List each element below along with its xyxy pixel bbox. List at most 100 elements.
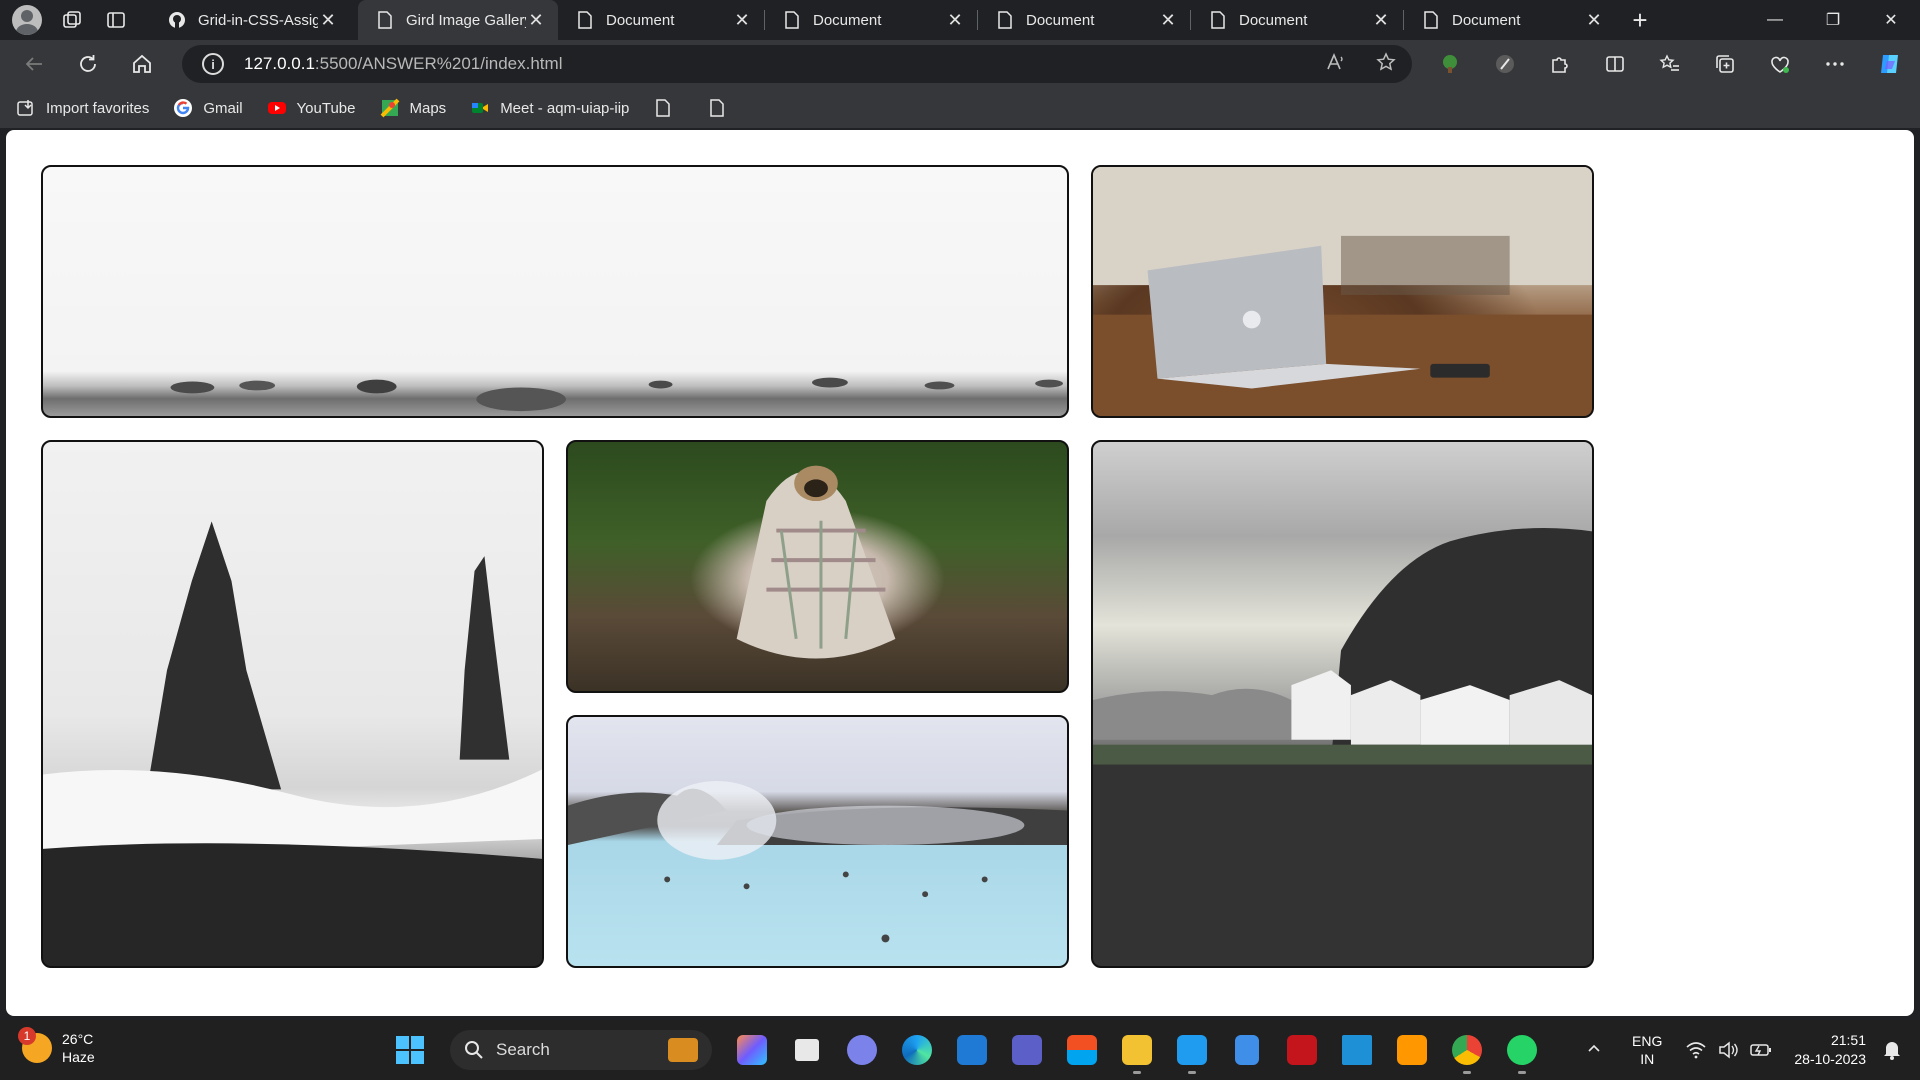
language-indicator[interactable]: ENG IN bbox=[1632, 1032, 1662, 1068]
file-explorer-app[interactable] bbox=[1109, 1024, 1164, 1076]
battery-icon bbox=[1750, 1044, 1772, 1056]
teams-app[interactable] bbox=[999, 1024, 1054, 1076]
weather-widget[interactable]: 1 26°C Haze bbox=[18, 1027, 95, 1066]
notepad-icon bbox=[1234, 1035, 1259, 1065]
extensions-puzzle-icon[interactable] bbox=[1532, 40, 1587, 88]
favorite-star-icon[interactable] bbox=[1376, 51, 1396, 77]
task-view-icon bbox=[794, 1039, 819, 1061]
read-aloud-icon[interactable] bbox=[1326, 52, 1346, 77]
more-options-icon[interactable] bbox=[1807, 40, 1862, 88]
favorite-import[interactable]: Import favorites bbox=[16, 98, 149, 118]
taskbar-search[interactable]: Search bbox=[450, 1030, 712, 1070]
mail-icon bbox=[956, 1035, 987, 1065]
tab-gird-image-gallery[interactable]: Gird Image Gallery ✕ bbox=[358, 0, 558, 40]
close-window-button[interactable]: ✕ bbox=[1862, 0, 1920, 40]
tab-document-4[interactable]: Document ✕ bbox=[1191, 0, 1403, 40]
red-app-icon bbox=[1286, 1035, 1317, 1065]
tab-document-2[interactable]: Document ✕ bbox=[765, 0, 977, 40]
restore-button[interactable]: ❐ bbox=[1804, 0, 1862, 40]
language-code: ENG bbox=[1632, 1033, 1663, 1049]
monitor-app[interactable] bbox=[1329, 1024, 1384, 1076]
weather-text: 26°C Haze bbox=[62, 1030, 95, 1066]
url-path: :5500/ANSWER%201/index.html bbox=[314, 54, 563, 73]
favorite-label: Meet - aqm-uiap-iip bbox=[500, 99, 630, 117]
extension-feather-icon[interactable] bbox=[1477, 40, 1532, 88]
chevron-up-icon bbox=[1588, 1044, 1600, 1052]
split-screen-icon[interactable] bbox=[1587, 40, 1642, 88]
profile-avatar[interactable] bbox=[12, 5, 42, 35]
favorites-list-icon[interactable] bbox=[1642, 40, 1697, 88]
tab-grid-in-css[interactable]: Grid-in-CSS-Assignm ✕ bbox=[150, 0, 350, 40]
mail-app[interactable] bbox=[944, 1024, 999, 1076]
close-tab-button[interactable]: ✕ bbox=[945, 10, 965, 30]
teams-icon bbox=[1011, 1035, 1042, 1065]
workspaces-icon[interactable] bbox=[52, 0, 92, 40]
browser-toolbar: i 127.0.0.1:5500/ANSWER%201/index.html bbox=[0, 40, 1920, 88]
new-tab-button[interactable]: + bbox=[1620, 0, 1660, 40]
monitor-icon bbox=[1341, 1035, 1372, 1065]
back-button[interactable] bbox=[14, 44, 54, 84]
wifi-icon bbox=[1686, 1042, 1706, 1059]
home-icon bbox=[133, 54, 151, 73]
favorite-meet[interactable]: Meet - aqm-uiap-iip bbox=[470, 98, 629, 118]
close-tab-button[interactable]: ✕ bbox=[1584, 10, 1604, 30]
browser-essentials-icon[interactable] bbox=[1752, 40, 1807, 88]
minimize-button[interactable]: — bbox=[1746, 0, 1804, 40]
clock[interactable]: 21:51 28-10-2023 bbox=[1794, 1031, 1866, 1069]
close-tab-button[interactable]: ✕ bbox=[318, 10, 338, 30]
store-app[interactable] bbox=[1054, 1024, 1109, 1076]
favorite-youtube[interactable]: YouTube bbox=[267, 98, 356, 118]
page-icon bbox=[653, 98, 673, 118]
task-view-app[interactable] bbox=[779, 1024, 834, 1076]
favorite-gmail[interactable]: Gmail bbox=[173, 98, 243, 118]
copilot-preview-icon bbox=[736, 1035, 767, 1065]
close-tab-button[interactable]: ✕ bbox=[1158, 10, 1178, 30]
notepad-app[interactable] bbox=[1219, 1024, 1274, 1076]
favorite-maps[interactable]: Maps bbox=[380, 98, 446, 118]
folder-icon bbox=[1121, 1035, 1152, 1065]
home-button[interactable] bbox=[122, 44, 162, 84]
weather-temperature: 26°C bbox=[62, 1031, 94, 1047]
meet-icon bbox=[470, 98, 490, 118]
close-tab-button[interactable]: ✕ bbox=[1371, 10, 1391, 30]
quick-settings[interactable] bbox=[1686, 1041, 1772, 1059]
arrow-left-icon bbox=[25, 57, 42, 71]
address-bar[interactable]: i 127.0.0.1:5500/ANSWER%201/index.html bbox=[182, 45, 1412, 83]
sublime-app[interactable] bbox=[1384, 1024, 1439, 1076]
copilot-preview-app[interactable] bbox=[724, 1024, 779, 1076]
close-tab-button[interactable]: ✕ bbox=[526, 10, 546, 30]
favorite-label: Import favorites bbox=[46, 99, 150, 117]
favorite-page-2[interactable] bbox=[707, 98, 737, 118]
vscode-app[interactable] bbox=[1164, 1024, 1219, 1076]
google-icon bbox=[173, 98, 193, 118]
youtube-icon bbox=[267, 98, 287, 118]
chat-app[interactable] bbox=[834, 1024, 889, 1076]
extension-tree-icon[interactable] bbox=[1422, 40, 1477, 88]
refresh-button[interactable] bbox=[68, 44, 108, 84]
windows-icon bbox=[396, 1036, 424, 1064]
show-hidden-icons-button[interactable] bbox=[1586, 1040, 1602, 1061]
chrome-app[interactable] bbox=[1439, 1024, 1494, 1076]
clock-date: 28-10-2023 bbox=[1794, 1051, 1866, 1067]
tab-document-5[interactable]: Document ✕ bbox=[1404, 0, 1616, 40]
edge-app[interactable] bbox=[889, 1024, 944, 1076]
favorite-label: Gmail bbox=[203, 99, 243, 117]
page-icon bbox=[576, 11, 594, 29]
site-info-icon[interactable]: i bbox=[202, 53, 224, 75]
url-text[interactable]: 127.0.0.1:5500/ANSWER%201/index.html bbox=[244, 54, 562, 74]
tab-document-1[interactable]: Document ✕ bbox=[558, 0, 764, 40]
favorite-page-1[interactable] bbox=[653, 98, 683, 118]
close-tab-button[interactable]: ✕ bbox=[732, 10, 752, 30]
whatsapp-app[interactable] bbox=[1494, 1024, 1549, 1076]
tab-actions-icon[interactable] bbox=[96, 0, 136, 40]
red-app[interactable] bbox=[1274, 1024, 1329, 1076]
tab-document-3[interactable]: Document ✕ bbox=[978, 0, 1190, 40]
start-button[interactable] bbox=[388, 1028, 432, 1072]
import-icon bbox=[16, 98, 36, 118]
page-icon bbox=[707, 98, 727, 118]
address-bar-actions bbox=[1326, 45, 1396, 83]
notifications-button[interactable] bbox=[1882, 1040, 1902, 1060]
search-placeholder: Search bbox=[496, 1040, 550, 1059]
copilot-icon[interactable] bbox=[1862, 40, 1917, 88]
collections-icon[interactable] bbox=[1697, 40, 1752, 88]
